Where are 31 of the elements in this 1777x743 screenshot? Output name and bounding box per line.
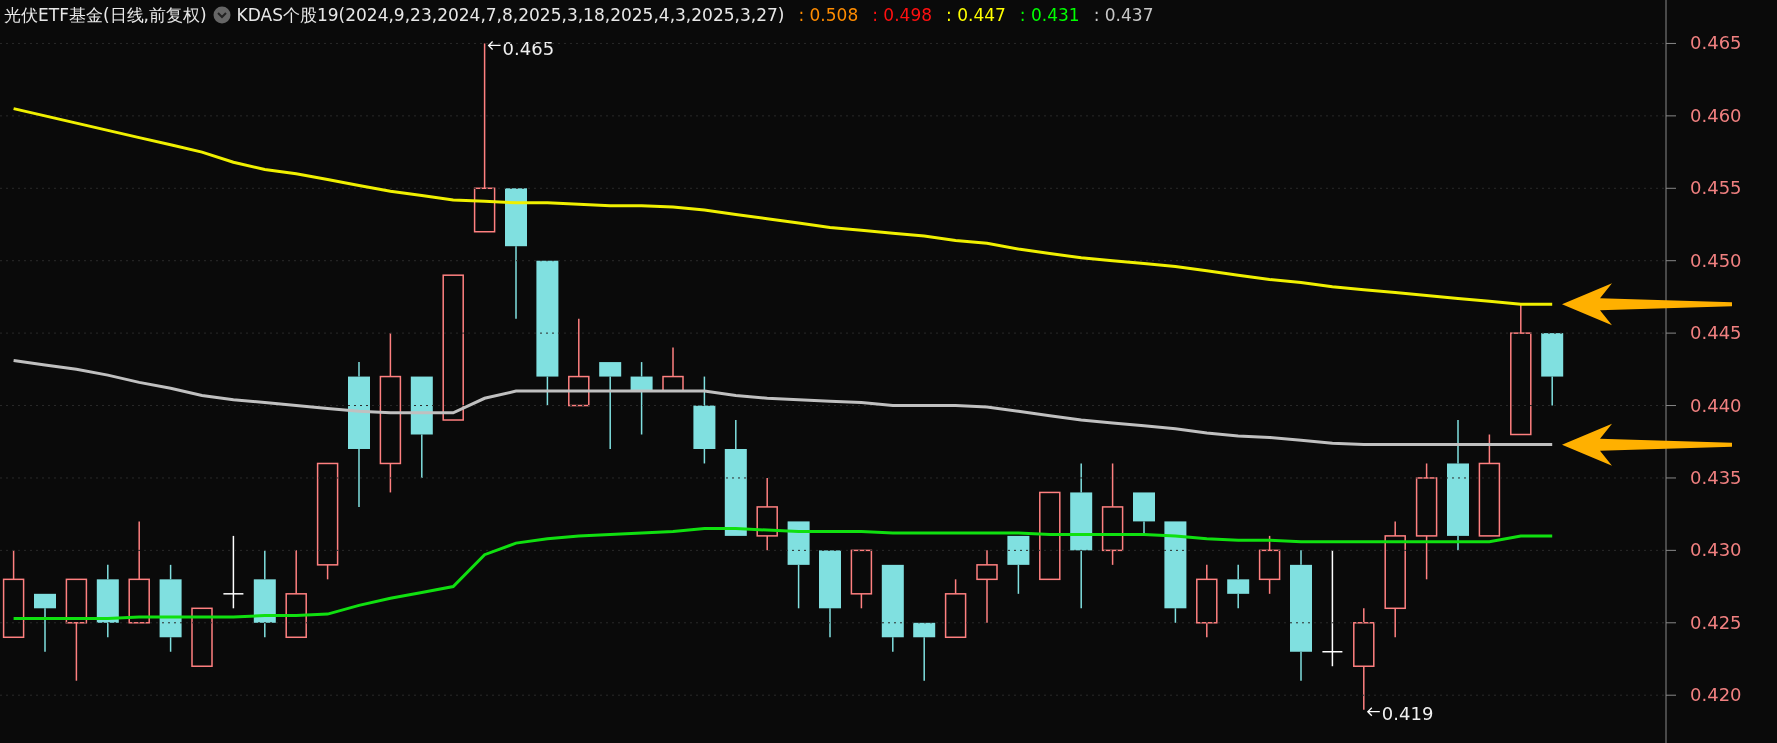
axis-tick-label: 0.420 [1690, 684, 1742, 706]
pointer-arrow-icon [487, 40, 502, 51]
axis-tick-label: 0.440 [1690, 394, 1742, 416]
candlestick [913, 622, 936, 682]
axis-tick-label: 0.460 [1690, 104, 1742, 126]
indicator-value: : 0.498 [872, 5, 933, 25]
candlestick [850, 549, 873, 610]
indicator-value: : 0.447 [946, 5, 1006, 25]
indicator-value: : 0.437 [1093, 5, 1154, 25]
axis-tick-label: 0.425 [1690, 611, 1742, 633]
indicator-value: : 0.508 [798, 5, 859, 25]
candlestick [34, 593, 56, 653]
dropdown-icon[interactable] [212, 6, 231, 24]
axis-tick-label: 0.430 [1690, 539, 1742, 561]
indicator-name: KDAS个股19(2024,9,23,2024,7,8,2025,3,18,2025,4,3,2025,3,27) [236, 3, 785, 27]
chart-title: 光伏ETF基金(日线,前复权) [4, 3, 207, 27]
axis-tick-label: 0.435 [1690, 466, 1742, 488]
axis-tick-label: 0.445 [1690, 322, 1742, 344]
candlestick [1227, 564, 1250, 610]
candlestick [944, 578, 967, 638]
pointer-arrow-icon [1366, 707, 1381, 717]
indicator-value: : 0.431 [1019, 5, 1080, 25]
candlestick [1007, 535, 1030, 595]
price-annotation: 0.419 [1381, 702, 1434, 724]
price-annotation: 0.465 [502, 38, 555, 60]
axis-tick-label: 0.450 [1690, 249, 1742, 271]
axis-tick-label: 0.455 [1690, 177, 1742, 199]
candlestick [662, 346, 684, 392]
candlestick [1258, 535, 1281, 595]
axis-tick-label: 0.465 [1690, 32, 1742, 54]
candlestick [191, 607, 213, 667]
